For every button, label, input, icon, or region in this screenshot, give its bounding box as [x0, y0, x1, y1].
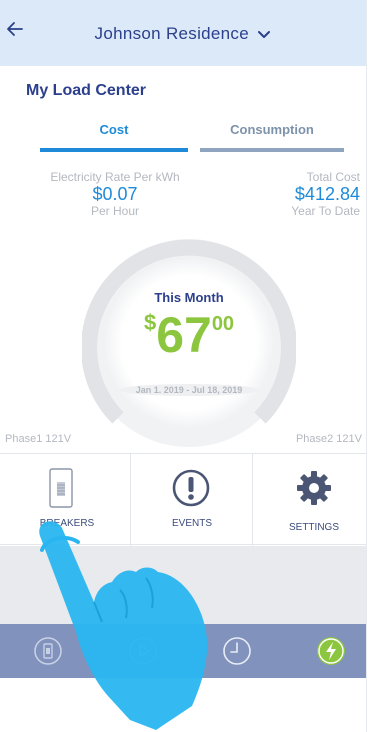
breakers-label: BREAKERS	[39, 518, 95, 529]
rate-label: Electricity Rate Per kWh	[50, 170, 180, 184]
exclamation-circle-icon	[172, 469, 210, 507]
tab-power[interactable]	[316, 636, 346, 666]
tab-play[interactable]	[128, 636, 158, 666]
currency-symbol: $	[143, 310, 157, 335]
total-sub: Year To Date	[291, 204, 360, 218]
action-row: BREAKERS EVENTS SETTINGS	[0, 453, 366, 546]
date-range: Jan 1. 2019 - Jul 18, 2019	[135, 385, 243, 395]
tab-consumption-indicator	[200, 148, 344, 152]
breaker-icon	[34, 637, 62, 665]
tab-cost-indicator	[40, 148, 188, 152]
section-title: My Load Center	[26, 82, 147, 99]
total-stat: Total Cost $412.84 Year To Date	[250, 170, 360, 218]
events-button[interactable]: EVENTS	[130, 454, 252, 546]
amount-dollars: 67	[156, 307, 212, 363]
play-icon	[129, 637, 157, 665]
month-amount: $6700	[82, 308, 296, 362]
gauge-title: This Month	[154, 290, 224, 305]
rate-value: $0.07	[92, 184, 138, 204]
app-header: Johnson Residence	[0, 0, 366, 66]
device-edge	[366, 0, 372, 732]
lightning-icon	[317, 637, 345, 665]
settings-label: SETTINGS	[288, 522, 339, 533]
content-spacer	[0, 546, 366, 624]
rate-stat: Electricity Rate Per kWh $0.07 Per Hour	[40, 170, 190, 218]
amount-cents: 00	[211, 313, 235, 335]
settings-button[interactable]: SETTINGS	[252, 454, 372, 546]
tab-consumption[interactable]: Consumption	[200, 122, 344, 137]
breakers-button[interactable]: BREAKERS	[6, 454, 128, 546]
tab-breakers[interactable]	[33, 636, 63, 666]
clock-icon	[223, 637, 251, 665]
breaker-panel-icon	[49, 468, 73, 508]
bottom-tab-bar	[0, 624, 366, 678]
rate-sub: Per Hour	[90, 204, 140, 218]
phase1-label: Phase1 121V	[5, 433, 72, 445]
tab-history[interactable]	[222, 636, 252, 666]
phase2-label: Phase2 121V	[295, 433, 362, 445]
tab-cost[interactable]: Cost	[40, 122, 188, 137]
residence-selector[interactable]: Johnson Residence	[0, 24, 366, 44]
chevron-down-icon	[258, 30, 271, 38]
gear-icon	[297, 471, 331, 505]
total-label: Total Cost	[306, 170, 360, 184]
residence-title: Johnson Residence	[94, 24, 249, 43]
events-label: EVENTS	[171, 518, 212, 529]
total-value: $412.84	[294, 184, 360, 204]
